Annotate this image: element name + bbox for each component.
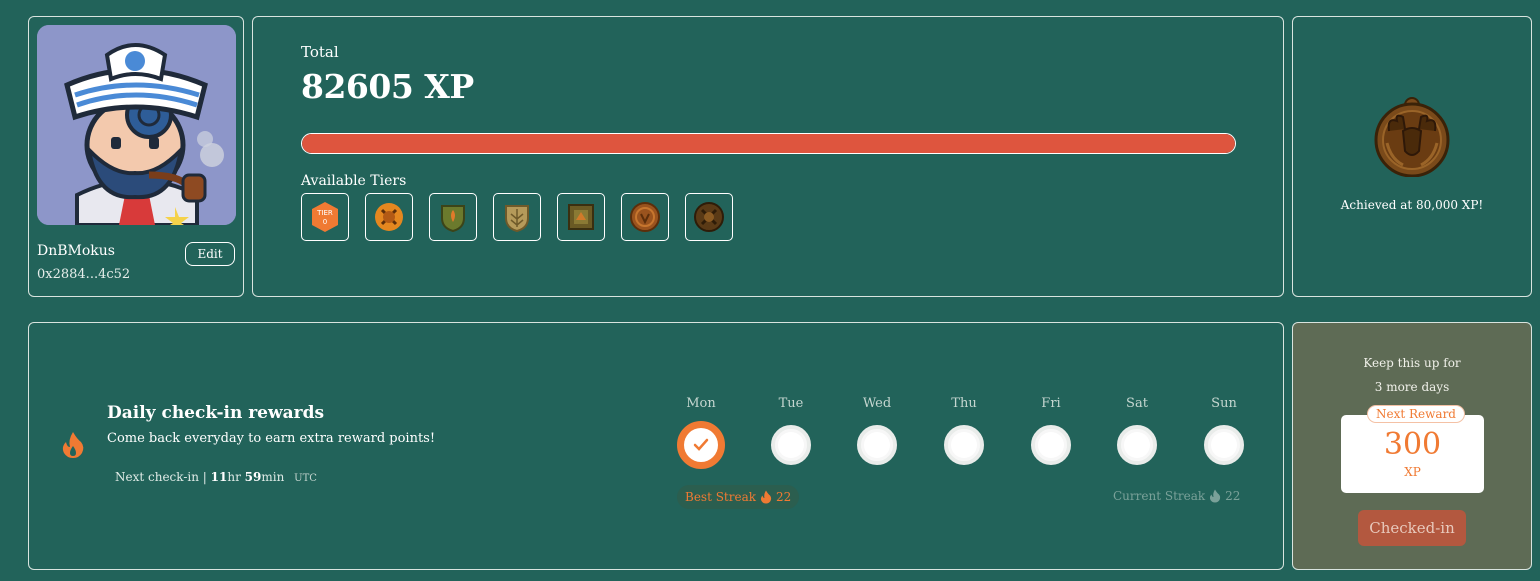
fire-icon — [1210, 489, 1221, 503]
xp-progress-bar — [301, 133, 1236, 154]
day-label: Sun — [1211, 396, 1237, 411]
day-label: Fri — [1041, 396, 1061, 411]
day-sun[interactable]: Sun — [1194, 396, 1254, 465]
day-label: Thu — [951, 396, 977, 411]
checkin-title: Daily check-in rewards — [107, 403, 325, 423]
leaf-shield-badge-icon — [505, 205, 529, 233]
minutes-unit: min — [261, 470, 285, 484]
xp-card: Total 82605 XP Available Tiers TIER 0 — [252, 16, 1284, 297]
daily-checkin-card: Daily check-in rewards Come back everyda… — [28, 322, 1284, 570]
next-checkin-hours: 11 — [210, 470, 228, 484]
edit-profile-button[interactable]: Edit — [185, 242, 235, 266]
xp-total-label: Total — [301, 43, 339, 61]
day-wed[interactable]: Wed — [847, 396, 907, 465]
tiers-list: TIER 0 — [301, 193, 733, 241]
achievement-card: Achieved at 80,000 XP! — [1292, 16, 1532, 297]
unchecked-day-indicator — [771, 425, 811, 465]
orange-crest-badge-icon — [375, 203, 403, 231]
reward-value: 300 — [1383, 427, 1442, 462]
next-checkin-timer: Next check-in | 11hr 59min UTC — [115, 470, 317, 484]
square-crest-badge-icon — [568, 204, 594, 230]
xp-total-value: 82605 XP — [301, 67, 474, 106]
green-shield-badge-icon — [441, 205, 465, 233]
best-streak-badge: Best Streak 22 — [677, 485, 800, 509]
next-reward-tag: Next Reward — [1367, 405, 1465, 423]
bronze-medal-badge-icon — [630, 202, 660, 232]
day-mon[interactable]: Mon — [671, 396, 731, 469]
tier-1-badge[interactable] — [365, 193, 413, 241]
checkin-subtitle: Come back everyday to earn extra reward … — [107, 431, 436, 446]
unchecked-day-indicator — [1117, 425, 1157, 465]
tier-5-badge[interactable] — [621, 193, 669, 241]
unchecked-day-indicator — [1204, 425, 1244, 465]
unchecked-day-indicator — [857, 425, 897, 465]
current-streak-label: Current Streak — [1113, 489, 1206, 503]
day-label: Mon — [686, 396, 716, 411]
xp-progress-fill — [302, 134, 1235, 153]
next-checkin-minutes: 59 — [244, 470, 262, 484]
tier-0-badge[interactable]: TIER 0 — [301, 193, 349, 241]
unchecked-day-indicator — [1031, 425, 1071, 465]
day-label: Wed — [862, 396, 892, 411]
tier-3-badge[interactable] — [493, 193, 541, 241]
unchecked-day-indicator — [944, 425, 984, 465]
fire-icon — [61, 431, 85, 463]
day-label: Sat — [1126, 396, 1148, 411]
day-tue[interactable]: Tue — [761, 396, 821, 465]
dark-crest-badge-icon — [694, 202, 724, 232]
reward-unit: XP — [1404, 465, 1421, 479]
day-thu[interactable]: Thu — [934, 396, 994, 465]
timezone-label: UTC — [294, 473, 317, 484]
tier-2-badge[interactable] — [429, 193, 477, 241]
best-streak-label: Best Streak — [685, 490, 757, 504]
fire-icon — [760, 490, 772, 504]
keep-streak-text: Keep this up for 3 more days — [1293, 351, 1531, 399]
current-streak-value: 22 — [1225, 489, 1241, 503]
profile-card: DnBMokus 0x2884...4c52 Edit — [28, 16, 244, 297]
checkmark-icon — [693, 438, 709, 451]
sailor-avatar-image — [37, 25, 236, 225]
wallet-address: 0x2884...4c52 — [37, 267, 131, 282]
achievement-text: Achieved at 80,000 XP! — [1340, 198, 1484, 212]
tier-6-badge[interactable] — [685, 193, 733, 241]
moose-medal-icon — [1373, 95, 1451, 181]
avatar[interactable] — [37, 25, 236, 225]
username: DnBMokus — [37, 243, 115, 259]
checked-in-button[interactable]: Checked-in — [1358, 510, 1466, 546]
reward-box: Next Reward 300 XP — [1341, 405, 1484, 493]
tier-4-badge[interactable] — [557, 193, 605, 241]
current-streak: Current Streak 22 — [1113, 489, 1240, 503]
keep-line-1: Keep this up for — [1363, 356, 1461, 370]
day-label: Tue — [778, 396, 804, 411]
available-tiers-label: Available Tiers — [301, 173, 407, 189]
hours-unit: hr — [227, 470, 241, 484]
next-reward-card: Keep this up for 3 more days Next Reward… — [1292, 322, 1532, 570]
best-streak-value: 22 — [776, 490, 792, 504]
keep-line-2: 3 more days — [1374, 380, 1450, 394]
checked-day-indicator — [677, 421, 725, 469]
tier-0-badge-icon: TIER 0 — [312, 202, 338, 232]
day-sat[interactable]: Sat — [1107, 396, 1167, 465]
day-fri[interactable]: Fri — [1021, 396, 1081, 465]
next-checkin-label: Next check-in | — [115, 470, 207, 484]
